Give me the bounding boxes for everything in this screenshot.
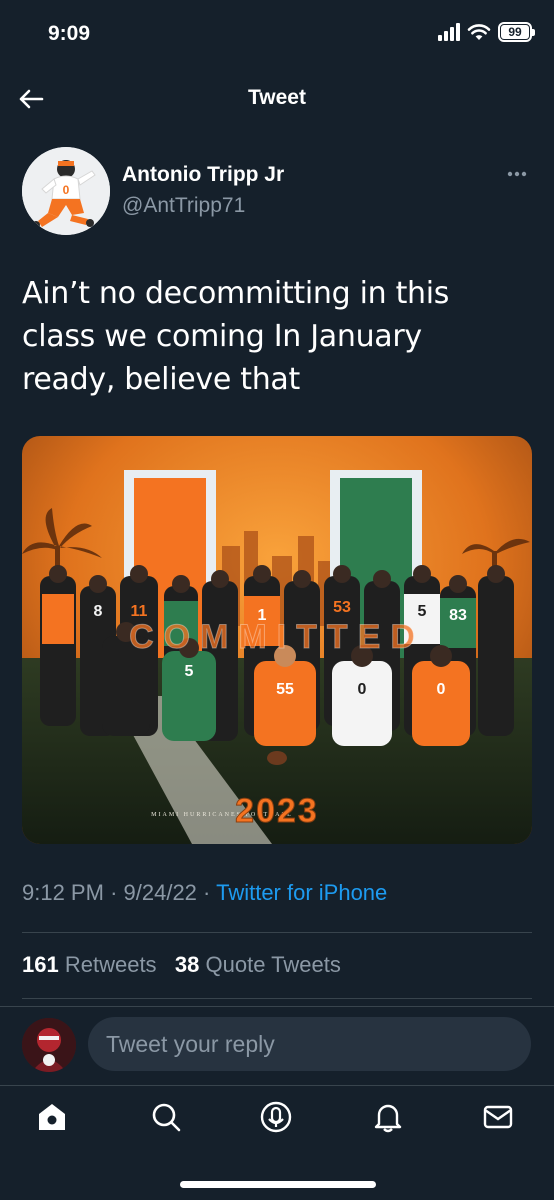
committed-banner: COMMITTED [129, 618, 425, 656]
notifications-icon[interactable] [370, 1099, 406, 1135]
divider [22, 998, 532, 999]
jersey-number: 0 [358, 681, 367, 698]
more-options-icon[interactable] [502, 159, 532, 189]
tweet-text: Ain’t no decommitting in this class we c… [22, 276, 450, 397]
home-icon[interactable] [34, 1099, 70, 1135]
status-time: 9:09 [48, 22, 91, 45]
divider [22, 932, 532, 933]
jersey-number: 0 [437, 681, 446, 698]
jersey-number: 5 [185, 663, 194, 680]
reply-input[interactable]: Tweet your reply [88, 1017, 531, 1071]
quote-tweets-count: 38 [174, 952, 200, 977]
jersey-number: 83 [449, 607, 467, 624]
battery-percent: 99 [508, 25, 522, 39]
players-group [40, 565, 514, 765]
tweet-timestamp: 9:12 PM · 9/24/22 · Twitter for iPhone [22, 880, 387, 906]
tweet-stats: 161 Retweets 38 Quote Tweets [22, 952, 341, 978]
status-bar: 9:09 99 [0, 0, 554, 70]
wifi-icon [467, 24, 491, 40]
team-photo-illustration: 8 11 1 53 5 83 5 55 0 0 COMMITTED MIAMI … [22, 436, 532, 844]
cellular-signal-icon [438, 23, 460, 41]
nav-bar: Tweet [0, 70, 554, 128]
tweet-source-link[interactable]: Twitter for iPhone [216, 880, 387, 905]
author-name[interactable]: Antonio Tripp Jr [122, 163, 284, 187]
retweets-count: 161 [22, 952, 59, 977]
meta-separator: · [203, 880, 211, 905]
tweet-author: 0 Antonio Tripp Jr @AntTripp71 [22, 147, 532, 237]
bottom-tab-bar [0, 1085, 554, 1155]
status-icons: 99 [438, 22, 535, 42]
user-avatar-image [22, 1018, 76, 1072]
jersey-number: 8 [94, 603, 103, 620]
jersey-number: 55 [276, 681, 294, 698]
quote-tweets-label: Quote Tweets [205, 952, 341, 977]
messages-icon[interactable] [480, 1099, 516, 1135]
retweets-label: Retweets [64, 952, 157, 977]
svg-text:0: 0 [63, 183, 70, 197]
search-icon[interactable] [148, 1099, 184, 1135]
tweet-date: 9/24/22 [123, 880, 197, 905]
home-indicator [180, 1181, 376, 1188]
author-handle[interactable]: @AntTripp71 [122, 194, 245, 218]
jersey-number: 53 [333, 599, 351, 616]
spaces-icon[interactable] [258, 1099, 294, 1135]
year-graphic: 2023 [235, 792, 319, 830]
battery-icon: 99 [498, 22, 535, 42]
user-avatar[interactable] [22, 1018, 76, 1072]
retweets-stat[interactable]: 161 Retweets [22, 952, 157, 977]
page-title: Tweet [248, 86, 306, 109]
reply-bar: Tweet your reply [0, 1006, 554, 1082]
tweet-image[interactable]: 8 11 1 53 5 83 5 55 0 0 COMMITTED MIAMI … [22, 436, 532, 844]
quote-tweets-stat[interactable]: 38 Quote Tweets [175, 952, 341, 977]
meta-separator: · [110, 880, 118, 905]
author-avatar[interactable]: 0 [22, 147, 110, 235]
football-player-illustration: 0 [22, 147, 110, 235]
tweet-time: 9:12 PM [22, 880, 104, 905]
